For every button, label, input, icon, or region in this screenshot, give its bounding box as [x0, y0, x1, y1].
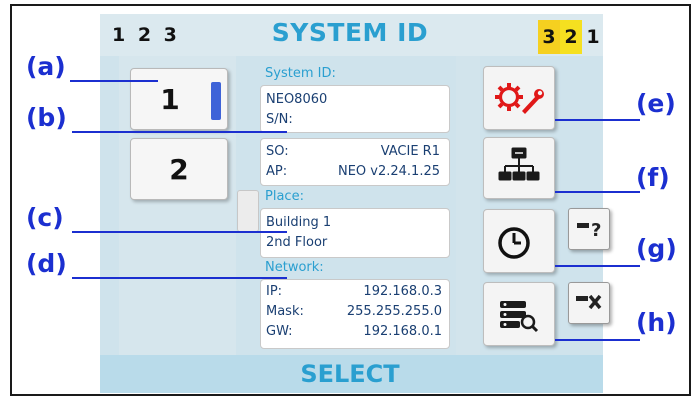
- slot-2-label: 2: [169, 152, 189, 186]
- server-search-button[interactable]: [483, 282, 555, 346]
- place-line-2: 2nd Floor: [266, 235, 328, 250]
- annotation-g: (g): [636, 234, 677, 263]
- annotation-g-line: [555, 265, 640, 267]
- annotation-d-line: [72, 277, 287, 279]
- annotation-h: (h): [636, 308, 677, 337]
- key-question-icon: ?: [577, 220, 601, 241]
- ip-value: 192.168.0.3: [363, 284, 442, 299]
- clock-button[interactable]: [483, 209, 555, 273]
- clock-icon: [498, 227, 530, 259]
- slot-2-button[interactable]: 2: [130, 138, 228, 200]
- indicator-3: 3: [538, 20, 560, 54]
- network-topology-button[interactable]: [483, 137, 555, 199]
- system-id-value: NEO8060: [266, 92, 328, 107]
- server-search-icon: [500, 301, 539, 333]
- annotation-b: (b): [26, 103, 67, 132]
- mask-value: 255.255.255.0: [346, 304, 442, 319]
- place-label: Place:: [265, 189, 304, 204]
- annotation-e: (e): [636, 89, 676, 118]
- key-x-icon: [576, 294, 602, 310]
- indicator-1: 1: [586, 26, 600, 48]
- slot-active-indicator: [211, 82, 221, 120]
- annotation-c-line: [72, 231, 287, 233]
- annotation-e-line: [555, 119, 640, 121]
- indicator-2: 2: [560, 20, 582, 54]
- network-label: Network:: [265, 260, 324, 275]
- left-indicators: 1 2 3: [112, 24, 180, 46]
- mask-label: Mask:: [266, 304, 304, 319]
- annotation-h-line: [555, 339, 640, 341]
- ap-value: NEO v2.24.1.25: [337, 164, 440, 179]
- key-delete-button[interactable]: [568, 282, 610, 324]
- settings-button[interactable]: [483, 66, 555, 130]
- select-label: SELECT: [300, 360, 400, 388]
- gw-value: 192.168.0.1: [363, 324, 442, 339]
- annotation-f-line: [555, 191, 640, 193]
- svg-text:?: ?: [591, 220, 601, 241]
- annotation-a-line: [70, 80, 158, 82]
- key-help-button[interactable]: ?: [568, 208, 610, 250]
- annotation-a: (a): [26, 52, 66, 81]
- place-line-1: Building 1: [266, 215, 332, 230]
- gw-label: GW:: [266, 324, 293, 339]
- scrollbar-thumb[interactable]: [237, 190, 259, 232]
- right-divider-strip: [456, 56, 480, 355]
- sn-label: S/N:: [266, 112, 293, 127]
- right-indicators: 3 2 1: [538, 20, 604, 54]
- system-id-label: System ID:: [265, 66, 336, 81]
- annotation-c: (c): [26, 203, 64, 232]
- page-title: SYSTEM ID: [271, 18, 429, 47]
- ip-label: IP:: [266, 284, 283, 299]
- network-tree-icon: [498, 147, 540, 181]
- annotation-d: (d): [26, 249, 67, 278]
- so-value: VACIE R1: [380, 144, 440, 159]
- annotation-b-line: [72, 131, 287, 133]
- slot-1-label: 1: [160, 82, 180, 116]
- ap-label: AP:: [266, 164, 288, 179]
- annotation-f: (f): [636, 163, 670, 192]
- gear-wrench-icon: [495, 83, 544, 114]
- so-label: SO:: [266, 144, 289, 159]
